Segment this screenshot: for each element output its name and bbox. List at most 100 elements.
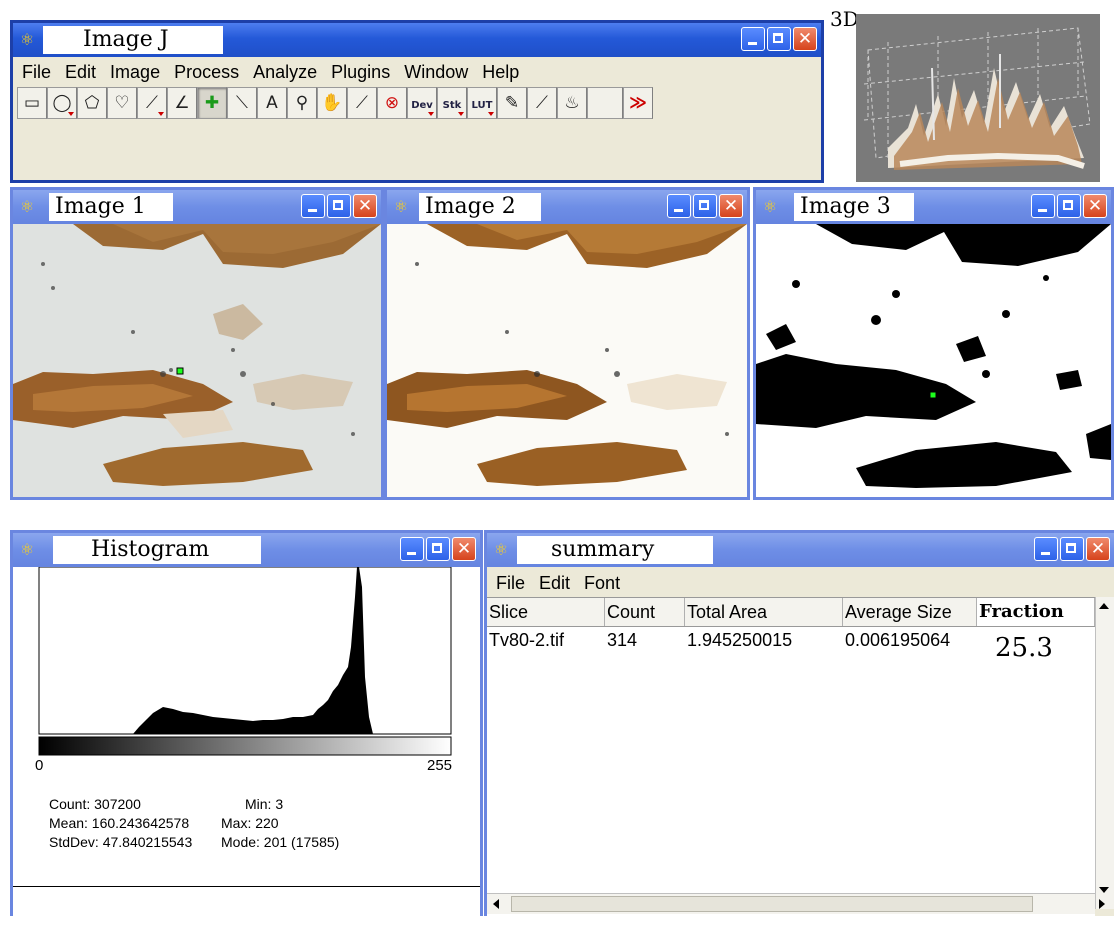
maximize-button[interactable]	[426, 537, 450, 561]
close-button[interactable]: ✕	[1086, 537, 1110, 561]
image1-title-bar[interactable]: ⚛ Image 1 ✕	[13, 190, 381, 224]
scroll-up-icon[interactable]	[1099, 603, 1109, 609]
image2-title-bar[interactable]: ⚛ Image 2 ✕	[387, 190, 747, 224]
histogram-title: Histogram	[53, 536, 261, 564]
horizontal-scrollbar[interactable]	[487, 893, 1105, 914]
maximize-button[interactable]	[767, 27, 791, 51]
magnifier-tool-button[interactable]: ⚲	[287, 87, 317, 119]
table-row[interactable]: Tv80-2.tif 314 1.945250015 0.006195064 25.3	[487, 628, 1095, 676]
main-window-title: Image J	[43, 26, 223, 54]
column-header-average-size[interactable]: Average Size	[843, 598, 977, 626]
minimize-button[interactable]	[741, 27, 765, 51]
column-header-slice[interactable]: Slice	[487, 598, 605, 626]
column-header-total-area[interactable]: Total Area	[685, 598, 843, 626]
image3-canvas[interactable]	[756, 224, 1111, 497]
hand-tool-button[interactable]: ✋	[317, 87, 347, 119]
scroll-right-icon[interactable]	[1099, 899, 1105, 909]
lut-tool-button[interactable]: LUT	[467, 87, 497, 119]
minimize-button[interactable]	[301, 194, 325, 218]
angle-tool-button[interactable]: ∠	[167, 87, 197, 119]
dev-tool-icon: Dev	[411, 100, 433, 111]
vertical-scrollbar[interactable]	[1095, 597, 1114, 909]
summary-title-bar[interactable]: ⚛ summary ✕	[487, 533, 1114, 567]
menu-window[interactable]: Window	[397, 60, 475, 84]
text-tool-button[interactable]: A	[257, 87, 287, 119]
brush-tool-button[interactable]: ⟋	[527, 87, 557, 119]
histogram-window: ⚛ Histogram ✕ 0 255 Count: 307200 Min: 3…	[10, 530, 483, 916]
summary-menu-font[interactable]: Font	[577, 571, 627, 595]
minimize-icon	[407, 552, 416, 555]
rectangle-tool-button[interactable]: ▭	[17, 87, 47, 119]
polygon-tool-button[interactable]: ⬠	[77, 87, 107, 119]
imagej-logo-icon: ⚛	[493, 540, 509, 559]
line-tool-button[interactable]: ⟋	[137, 87, 167, 119]
summary-table: Slice Count Total Area Average Size Fraction…	[487, 597, 1095, 928]
minimize-button[interactable]	[1031, 194, 1055, 218]
stk-tool-button[interactable]: Stk	[437, 87, 467, 119]
minimize-button[interactable]	[1034, 537, 1058, 561]
pencil-tool-button[interactable]: ✎	[497, 87, 527, 119]
magnifier-tool-icon: ⚲	[295, 93, 309, 113]
more-tools-button[interactable]: ≫	[623, 87, 653, 119]
maximize-icon	[432, 543, 442, 553]
tool-bar: ▭ ◯ ⬠ ♡ ⟋ ∠ ✚ ⟍ A ⚲ ✋ ⟋ ⊗ Dev Stk LUT ✎ ⟋ ♨ ≫	[17, 87, 653, 121]
blank-tool-button[interactable]	[587, 87, 623, 119]
scroll-left-icon[interactable]	[493, 899, 499, 909]
column-header-fraction[interactable]: Fraction	[977, 598, 1095, 626]
stop-tool-icon: ⊗	[384, 93, 400, 113]
cell-total-area: 1.945250015	[687, 630, 793, 650]
maximize-button[interactable]	[327, 194, 351, 218]
menu-analyze[interactable]: Analyze	[246, 60, 324, 84]
summary-menu-edit[interactable]: Edit	[532, 571, 577, 595]
dev-tool-button[interactable]: Dev	[407, 87, 437, 119]
close-button[interactable]: ✕	[353, 194, 377, 218]
menu-edit[interactable]: Edit	[58, 60, 103, 84]
minimize-button[interactable]	[667, 194, 691, 218]
menu-process[interactable]: Process	[167, 60, 246, 84]
menu-file[interactable]: File	[15, 60, 58, 84]
stat-min: Min: 3	[245, 796, 284, 812]
maximize-button[interactable]	[693, 194, 717, 218]
close-button[interactable]: ✕	[452, 537, 476, 561]
wand-tool-button[interactable]: ⟍	[227, 87, 257, 119]
oval-tool-button[interactable]: ◯	[47, 87, 77, 119]
freehand-tool-button[interactable]: ♡	[107, 87, 137, 119]
imagej-main-window: ⚛ Image J ✕ File Edit Image Process Analyze P…	[10, 20, 824, 183]
minimize-button[interactable]	[400, 537, 424, 561]
histogram-title-bar[interactable]: ⚛ Histogram ✕	[13, 533, 480, 567]
stop-tool-button[interactable]: ⊗	[377, 87, 407, 119]
hand-tool-icon: ✋	[321, 93, 343, 113]
image3-window: ⚛ Image 3 ✕	[753, 187, 1114, 500]
maximize-button[interactable]	[1060, 537, 1084, 561]
micrograph-original	[13, 224, 381, 497]
image2-window: ⚛ Image 2 ✕	[384, 187, 750, 500]
main-title-bar[interactable]: ⚛ Image J ✕	[13, 23, 821, 57]
scroll-thumb[interactable]	[511, 896, 1033, 912]
image1-canvas[interactable]	[13, 224, 381, 497]
point-tool-button[interactable]: ✚	[197, 87, 227, 119]
menu-image[interactable]: Image	[103, 60, 167, 84]
cell-count: 314	[607, 630, 638, 650]
close-button[interactable]: ✕	[1083, 194, 1107, 218]
cell-slice: Tv80-2.tif	[489, 630, 565, 650]
histogram-stats: Count: 307200 Min: 3 Mean: 160.243642578…	[49, 795, 449, 855]
column-header-count[interactable]: Count	[605, 598, 685, 626]
menu-plugins[interactable]: Plugins	[324, 60, 397, 84]
summary-menu-file[interactable]: File	[489, 571, 532, 595]
imagej-logo-icon: ⚛	[762, 197, 778, 216]
image2-canvas[interactable]	[387, 224, 747, 497]
menu-help[interactable]: Help	[475, 60, 526, 84]
angle-tool-icon: ∠	[174, 93, 190, 113]
maximize-button[interactable]	[1057, 194, 1081, 218]
dropper-tool-button[interactable]: ⟋	[347, 87, 377, 119]
close-button[interactable]: ✕	[793, 27, 817, 51]
image2-title: Image 2	[419, 193, 541, 221]
minimize-icon	[748, 42, 757, 45]
close-button[interactable]: ✕	[719, 194, 743, 218]
flood-fill-tool-button[interactable]: ♨	[557, 87, 587, 119]
scroll-down-icon[interactable]	[1099, 887, 1109, 893]
maximize-icon	[1066, 543, 1076, 553]
histogram-axis-max: 255	[427, 757, 453, 774]
image3-title-bar[interactable]: ⚛ Image 3 ✕	[756, 190, 1111, 224]
imagej-logo-icon: ⚛	[19, 30, 35, 49]
